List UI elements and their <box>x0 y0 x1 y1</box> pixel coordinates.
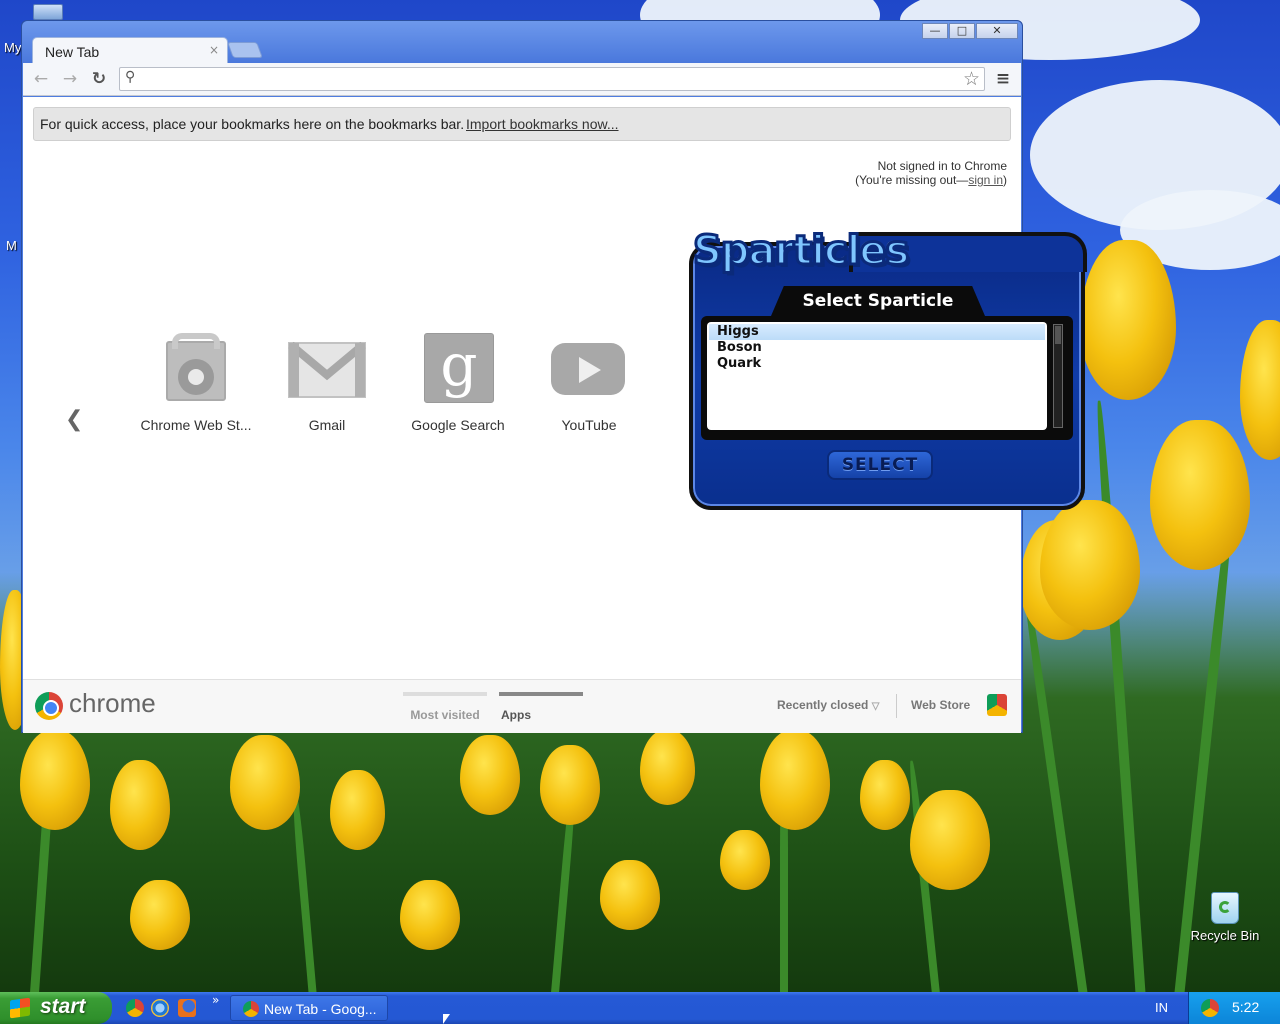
bookmarks-bar: For quick access, place your bookmarks h… <box>33 107 1011 141</box>
browser-toolbar: ← → ↻ ⚲ ☆ ≡ <box>23 63 1021 96</box>
menu-icon[interactable]: ≡ <box>993 69 1013 89</box>
reload-icon[interactable]: ↻ <box>89 69 109 89</box>
tab-apps[interactable]: Apps <box>499 692 583 722</box>
signin-prefix: (You're missing out— <box>855 173 969 187</box>
close-window-button[interactable]: ✕ <box>976 23 1018 39</box>
bookmarks-bar-message: For quick access, place your bookmarks h… <box>40 116 465 132</box>
tulip-flower <box>230 735 300 830</box>
footer-divider <box>896 694 897 718</box>
sparticle-list-frame: Higgs Boson Quark <box>701 316 1073 440</box>
recycle-bin[interactable]: Recycle Bin <box>1180 892 1270 943</box>
tab-close-icon[interactable]: × <box>209 43 219 57</box>
tulip-flower <box>1080 240 1176 400</box>
tulip-flower <box>720 830 770 890</box>
app-google-search[interactable]: g Google Search <box>393 333 523 433</box>
ntp-footer: chrome Most visited Apps Recently closed… <box>23 679 1021 733</box>
tab-title: New Tab <box>45 44 100 60</box>
sparticle-option-boson[interactable]: Boson <box>709 340 1045 356</box>
app-label: Chrome Web St... <box>140 417 252 433</box>
sparticle-option-higgs[interactable]: Higgs <box>709 324 1045 340</box>
omnibox-input[interactable] <box>146 70 946 88</box>
select-button[interactable]: SELECT <box>827 450 933 480</box>
recycle-bin-label: Recycle Bin <box>1190 928 1260 943</box>
tulip-flower <box>400 880 460 950</box>
app-label: Gmail <box>308 417 346 433</box>
desktop-icon-label: M <box>6 238 17 253</box>
taskbar: start » New Tab - Goog... IN 5:22 <box>0 992 1280 1024</box>
signin-promo: Not signed in to Chrome (You're missing … <box>855 159 1007 187</box>
tulip-flower <box>910 790 990 890</box>
minimize-button[interactable]: — <box>922 23 948 39</box>
firefox-icon[interactable] <box>178 999 196 1017</box>
start-label: start <box>40 995 86 1018</box>
maximize-button[interactable]: □ <box>949 23 975 39</box>
sparticle-listbox[interactable]: Higgs Boson Quark <box>707 322 1047 430</box>
app-label: YouTube <box>561 417 617 433</box>
bookmark-star-icon[interactable]: ☆ <box>963 68 980 90</box>
sparticles-logo: Sparticles <box>691 227 910 276</box>
forward-arrow-icon[interactable]: → <box>60 69 80 89</box>
taskbar-item-label: New Tab - Goog... <box>264 1001 377 1017</box>
chrome-quicklaunch-icon[interactable] <box>126 999 144 1017</box>
clock[interactable]: 5:22 <box>1232 999 1259 1015</box>
language-indicator[interactable]: IN <box>1155 1000 1168 1015</box>
tulip-flower <box>760 730 830 830</box>
signin-suffix: ) <box>1003 173 1007 187</box>
internet-explorer-icon[interactable] <box>151 999 169 1017</box>
tulip-flower <box>540 745 600 825</box>
app-gmail[interactable]: Gmail <box>262 333 392 433</box>
desktop-icon-label: My <box>4 40 22 55</box>
mouse-cursor-icon <box>443 1014 450 1024</box>
back-arrow-icon[interactable]: ← <box>31 69 51 89</box>
sparticle-list-scrollbar[interactable] <box>1053 324 1063 428</box>
sparticles-title: Select Sparticle <box>771 286 985 316</box>
sign-in-link[interactable]: sign in <box>968 173 1003 187</box>
gmail-icon <box>287 333 367 405</box>
chrome-tray-icon[interactable] <box>1201 999 1219 1017</box>
tulip-flower <box>1040 500 1140 630</box>
app-youtube[interactable]: YouTube <box>524 333 654 433</box>
recently-closed-label: Recently closed <box>777 698 869 712</box>
tulip-flower <box>1150 420 1250 570</box>
youtube-icon <box>549 333 629 405</box>
tulip-flower <box>20 730 90 830</box>
sparticles-dialog: Sparticles Select Sparticle Higgs Boson … <box>689 224 1087 510</box>
tulip-flower <box>130 880 190 950</box>
signin-status: Not signed in to Chrome <box>877 159 1007 173</box>
quicklaunch-more-icon[interactable]: » <box>212 993 219 1007</box>
chrome-icon <box>243 1001 259 1017</box>
tulip-flower <box>460 735 520 815</box>
recycle-bin-icon <box>1211 892 1239 924</box>
tab-most-visited[interactable]: Most visited <box>403 692 487 722</box>
chevron-down-icon: ▽ <box>871 701 880 712</box>
app-label: Google Search <box>411 417 505 433</box>
omnibox[interactable]: ⚲ ☆ <box>119 67 985 91</box>
sparticle-option-quark[interactable]: Quark <box>709 356 1045 372</box>
new-tab-button[interactable] <box>227 42 263 58</box>
recently-closed-menu[interactable]: Recently closed ▽ <box>777 698 879 712</box>
tulip-flower <box>860 760 910 830</box>
taskbar-item-chrome[interactable]: New Tab - Goog... <box>230 995 388 1021</box>
tulip-flower <box>600 860 660 930</box>
web-store-icon[interactable] <box>987 694 1007 716</box>
web-store-link[interactable]: Web Store <box>911 698 970 712</box>
previous-page-arrow-icon[interactable]: ❮ <box>65 407 83 432</box>
tulip-flower <box>640 730 695 805</box>
chrome-wordmark: chrome <box>69 688 156 718</box>
chrome-web-store-icon <box>156 333 236 405</box>
tulip-flower <box>1240 320 1280 460</box>
google-search-icon: g <box>418 333 498 405</box>
search-icon: ⚲ <box>125 69 136 85</box>
windows-flag-icon <box>10 997 30 1019</box>
chrome-logo-icon <box>35 692 63 720</box>
system-tray: 5:22 <box>1188 992 1280 1024</box>
import-bookmarks-link[interactable]: Import bookmarks now... <box>466 116 619 132</box>
app-chrome-web-store[interactable]: Chrome Web St... <box>131 333 261 433</box>
tulip-flower <box>110 760 170 850</box>
tab-new-tab[interactable]: New Tab × <box>32 37 228 65</box>
tulip-flower <box>330 770 385 850</box>
start-button[interactable]: start <box>0 992 112 1024</box>
title-bar[interactable]: New Tab × — □ ✕ <box>22 21 1022 65</box>
